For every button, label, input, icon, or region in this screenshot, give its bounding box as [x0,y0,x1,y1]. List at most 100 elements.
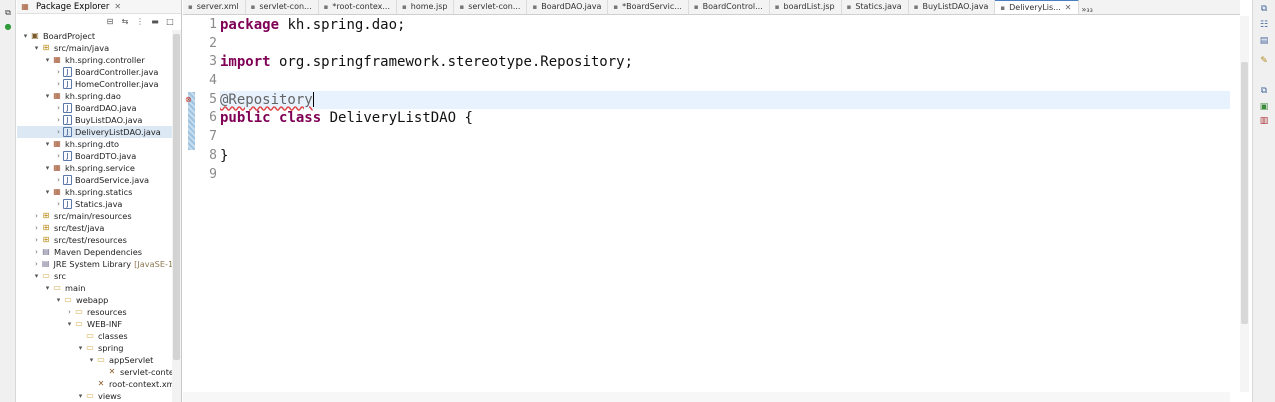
editor-vertical-scrollbar[interactable] [1240,16,1249,392]
restore-icon[interactable]: ⧉ [3,8,13,18]
editor-tab[interactable]: ▪ servlet-con... [246,0,319,14]
tree-item[interactable]: ▾ ▦ kh.spring.dto [17,138,181,150]
tree-item[interactable]: › ⊞ src/test/resources [17,234,181,246]
package-explorer-title[interactable]: Package Explorer [36,2,109,12]
editor-tab[interactable]: ▪ *BoardServic... [608,0,689,14]
expanded-chevron-icon[interactable]: ▾ [76,392,85,400]
expanded-chevron-icon[interactable]: ▾ [65,320,74,328]
collapsed-chevron-icon[interactable]: › [32,248,41,256]
editor-tab[interactable]: ▪ BoardDAO.java [527,0,609,14]
outline-icon[interactable]: ☷ [1258,20,1270,31]
expanded-chevron-icon[interactable]: ▾ [87,356,96,364]
expanded-chevron-icon[interactable]: ▾ [21,32,30,40]
problems-icon[interactable]: ▥ [1258,116,1270,127]
run-status-icon[interactable]: ● [3,22,13,32]
tree-item[interactable]: › ⊞ src/main/resources [17,210,181,222]
collapsed-chevron-icon[interactable]: › [32,236,41,244]
editor-tab[interactable]: ▪ DeliveryLis... ✕ [995,0,1079,14]
code-line[interactable] [220,166,1230,185]
expanded-chevron-icon[interactable]: ▾ [32,44,41,52]
collapse-all-icon[interactable]: ⊟ [105,17,115,27]
tree-item[interactable]: › J Statics.java [17,198,181,210]
collapsed-chevron-icon[interactable]: › [65,308,74,316]
expanded-chevron-icon[interactable]: ▾ [43,284,52,292]
expanded-chevron-icon[interactable]: ▾ [43,164,52,172]
code-line[interactable] [220,128,1230,147]
editor-tab[interactable]: ▪ Statics.java [842,0,909,14]
maximize-icon[interactable]: □ [165,17,175,27]
collapsed-chevron-icon[interactable]: › [54,68,63,76]
collapsed-chevron-icon[interactable]: › [54,176,63,184]
servers-icon[interactable]: ▣ [1258,102,1270,113]
collapsed-chevron-icon[interactable]: › [54,80,63,88]
expanded-chevron-icon[interactable]: ▾ [43,92,52,100]
expanded-chevron-icon[interactable]: ▾ [32,272,41,280]
tree-item[interactable]: ▾ ▭ spring [17,342,181,354]
tree-item[interactable]: ▾ ▭ src [17,270,181,282]
editor-tab[interactable]: ▪ servlet-con... [454,0,528,14]
tree-item[interactable]: ▾ ▭ views [17,390,181,402]
tree-item[interactable]: ▾ ▦ kh.spring.dao [17,90,181,102]
tree-item[interactable]: › ▤ Maven Dependencies [17,246,181,258]
tree-item[interactable]: › J BoardDAO.java [17,102,181,114]
expanded-chevron-icon[interactable]: ▾ [43,56,52,64]
code-line[interactable] [220,35,1230,54]
minimize-icon[interactable]: ▬ [150,17,160,27]
tree-item[interactable]: › J BoardController.java [17,66,181,78]
editor-tab[interactable]: ▪ home.jsp [397,0,455,14]
tree-item[interactable]: ▾ ▦ kh.spring.statics [17,186,181,198]
tree-item[interactable]: › ⊞ src/test/java [17,222,181,234]
code-line[interactable] [220,72,1230,91]
collapsed-chevron-icon[interactable]: › [54,200,63,208]
close-icon[interactable]: ✕ [114,2,121,11]
tree-item[interactable]: › J BoardService.java [17,174,181,186]
view-menu-icon[interactable]: ⋮ [135,17,145,27]
scrollbar-thumb[interactable] [1241,62,1248,324]
collapsed-chevron-icon[interactable]: › [54,116,63,124]
code-area[interactable]: package kh.spring.dao; import org.springf… [220,16,1230,184]
code-line[interactable]: package kh.spring.dao; [220,16,1230,35]
collapsed-chevron-icon[interactable]: › [54,128,63,136]
editor-tab[interactable]: ▪ BuyListDAO.java [909,0,996,14]
tree-item[interactable]: ✕ root-context.xm [17,378,181,390]
expanded-chevron-icon[interactable]: ▾ [43,140,52,148]
code-line[interactable]: } [220,147,1230,166]
package-explorer-scrollbar[interactable] [172,30,181,402]
editor-tab[interactable]: ▪ BoardControl... [689,0,770,14]
tree-item[interactable]: ▾ ▦ kh.spring.service [17,162,181,174]
error-marker-icon[interactable]: ⊗ [185,95,194,104]
code-line[interactable]: import org.springframework.stereotype.Re… [220,53,1230,72]
tree-item[interactable]: › J BoardDTO.java [17,150,181,162]
link-with-editor-icon[interactable]: ⇆ [120,17,130,27]
tree-item[interactable]: ▾ ▭ WEB-INF [17,318,181,330]
spring-explorer-icon[interactable]: ✎ [1258,56,1270,67]
code-line[interactable]: public class DeliveryListDAO { [220,109,1230,128]
tree-item[interactable]: ▾ ▣ BoardProject [17,30,181,42]
expanded-chevron-icon[interactable]: ▾ [54,296,63,304]
tree-item[interactable]: › ▤ JRE System Library [JavaSE-1.8 [17,258,181,270]
tree-item[interactable]: › J HomeController.java [17,78,181,90]
editor-tab[interactable]: ▪ boardList.jsp [770,0,842,14]
close-icon[interactable]: ✕ [1065,3,1072,12]
tree-item[interactable]: ▭ classes [17,330,181,342]
tree-item[interactable]: ▾ ▦ kh.spring.controller [17,54,181,66]
expanded-chevron-icon[interactable]: ▾ [43,188,52,196]
collapsed-chevron-icon[interactable]: › [54,104,63,112]
tree-item[interactable]: › ▭ resources [17,306,181,318]
collapsed-chevron-icon[interactable]: › [32,260,41,268]
collapsed-chevron-icon[interactable]: › [54,152,63,160]
tree-item[interactable]: ✕ servlet-conte [17,366,181,378]
collapsed-chevron-icon[interactable]: › [32,224,41,232]
tree-item[interactable]: ▾ ▭ appServlet [17,354,181,366]
collapsed-chevron-icon[interactable]: › [32,212,41,220]
tree-item[interactable]: › J DeliveryListDAO.java [17,126,181,138]
restore-icon[interactable]: ⧉ [1258,4,1270,15]
editor-tab[interactable]: ▪ server.xml [183,0,246,14]
tree-item[interactable]: ▾ ▭ webapp [17,294,181,306]
code-line[interactable]: @Repository [220,90,1230,110]
java-editor[interactable]: ⊗ 1 2 3 4 5 6 7 8 9 package kh.spring.dao; import… [183,16,1240,402]
tabs-overflow-button[interactable]: »₃₃ [1079,5,1096,14]
restore-icon[interactable]: ⧉ [1258,86,1270,97]
expanded-chevron-icon[interactable]: ▾ [76,344,85,352]
tree-item[interactable]: ▾ ⊞ src/main/java [17,42,181,54]
